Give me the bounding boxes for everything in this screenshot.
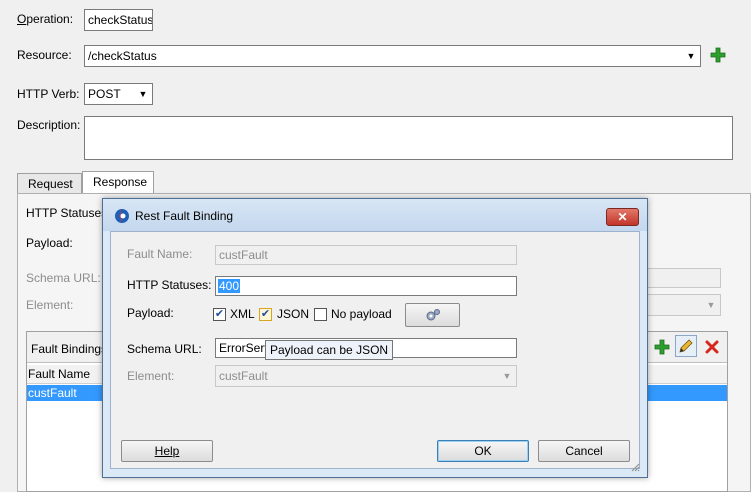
dialog-fault-name-field: custFault — [215, 245, 517, 265]
response-schema-url-field — [645, 268, 721, 288]
fault-name-header-label: Fault Name — [28, 367, 91, 381]
add-resource-icon[interactable] — [707, 44, 729, 66]
response-payload-label: Payload: — [26, 236, 73, 250]
help-button[interactable]: Help — [121, 440, 213, 462]
payload-json-tooltip: Payload can be JSON — [265, 340, 393, 360]
dialog-payload-label: Payload: — [127, 306, 174, 320]
tab-request[interactable]: Request — [17, 173, 82, 193]
dialog-element-label: Element: — [127, 369, 175, 383]
dialog-http-statuses-label: HTTP Statuses: — [127, 278, 212, 292]
dialog-schema-url-label: Schema URL: — [127, 342, 202, 356]
payload-xml-checkbox[interactable]: ✔ — [213, 308, 226, 321]
http-verb-select[interactable]: POST ▼ — [84, 83, 153, 105]
chevron-down-icon[interactable]: ▼ — [684, 49, 698, 63]
chevron-down-icon: ▼ — [502, 371, 512, 381]
http-verb-value: POST — [88, 87, 121, 101]
resource-combobox[interactable]: /checkStatus ▼ — [84, 45, 701, 67]
cancel-button[interactable]: Cancel — [538, 440, 630, 462]
payload-json-label: JSON — [277, 307, 310, 321]
fault-name-cell: custFault — [28, 386, 77, 400]
app-logo-icon — [114, 208, 130, 227]
response-http-statuses-label: HTTP Statuses — [26, 206, 108, 220]
dialog-element-value: custFault — [219, 369, 268, 383]
dialog-http-statuses-input[interactable]: 400 — [215, 276, 517, 296]
payload-json-checkbox[interactable]: ✔ — [259, 308, 272, 321]
response-element-select: ▼ — [645, 294, 721, 316]
operation-field[interactable]: checkStatus — [84, 9, 153, 31]
description-textarea[interactable] — [84, 116, 733, 160]
add-icon[interactable] — [651, 336, 673, 358]
dialog-title: Rest Fault Binding — [135, 209, 234, 223]
response-element-label: Element: — [26, 298, 74, 312]
resource-value: /checkStatus — [88, 49, 157, 63]
edit-pencil-icon[interactable] — [675, 335, 697, 357]
payload-no-payload-label: No payload — [331, 307, 392, 321]
resize-grip-icon[interactable] — [630, 461, 640, 472]
chevron-down-icon: ▼ — [706, 300, 716, 310]
chevron-down-icon[interactable]: ▼ — [136, 87, 150, 101]
dialog-fault-name-label: Fault Name: — [127, 247, 193, 261]
payload-settings-button[interactable] — [405, 303, 460, 327]
delete-icon[interactable] — [701, 336, 723, 358]
gear-icon — [425, 308, 441, 328]
resource-label: Resource: — [17, 48, 72, 62]
dialog-element-select: custFault ▼ — [215, 365, 517, 387]
tab-response[interactable]: Response — [82, 171, 154, 193]
response-schema-url-label: Schema URL: — [26, 271, 101, 285]
fault-bindings-title: Fault Bindings — [31, 342, 108, 356]
close-icon[interactable]: ✕ — [606, 208, 639, 226]
ok-button[interactable]: OK — [437, 440, 529, 462]
http-statuses-selected-text: 400 — [218, 279, 241, 293]
payload-xml-label: XML — [230, 307, 255, 321]
payload-no-payload-checkbox[interactable] — [314, 308, 327, 321]
dialog-titlebar[interactable]: Rest Fault Binding ✕ — [103, 199, 647, 231]
operation-label: Operation: — [17, 12, 74, 26]
description-label: Description: — [17, 118, 81, 132]
http-verb-label: HTTP Verb: — [17, 87, 80, 101]
